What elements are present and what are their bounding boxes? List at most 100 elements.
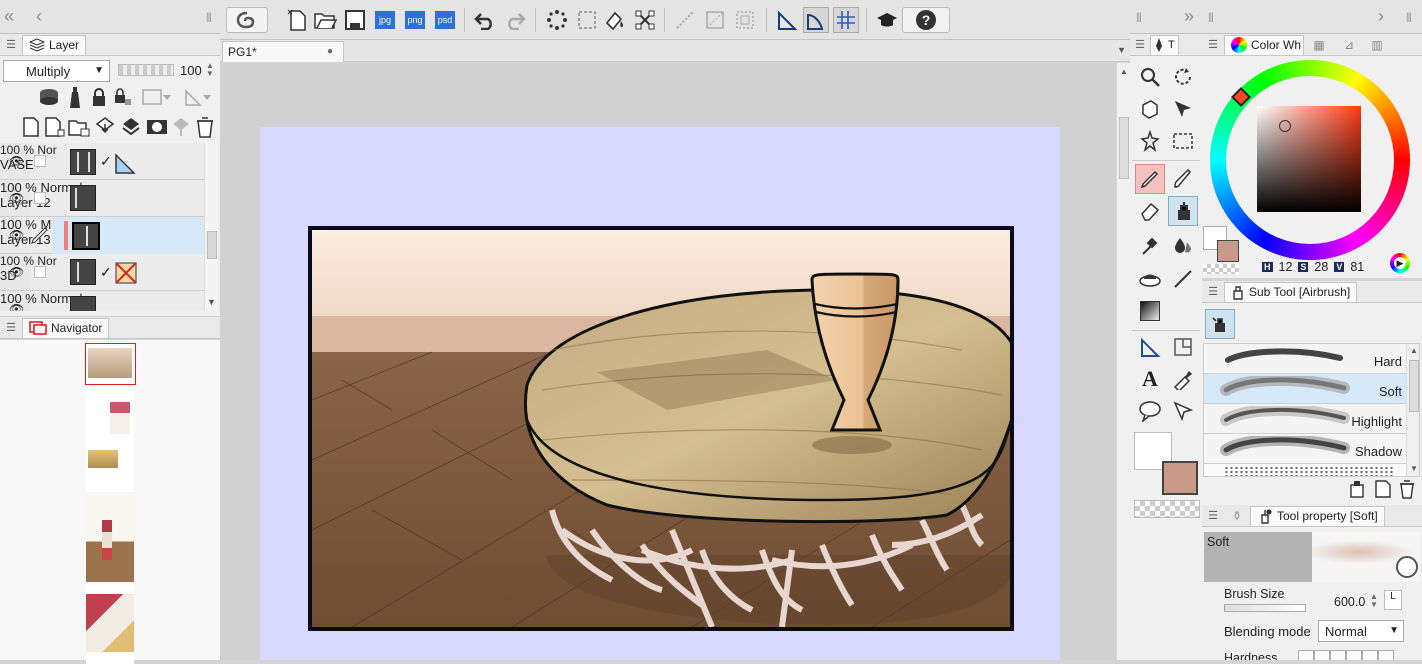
new-raster-layer-icon[interactable]: [18, 114, 44, 140]
panel-menu-icon[interactable]: ☰: [1202, 509, 1224, 522]
size-pressure-button[interactable]: L: [1384, 590, 1402, 610]
perspective-ruler-icon[interactable]: [803, 7, 829, 33]
scroll-up-icon[interactable]: ▲: [1120, 67, 1128, 76]
save-icon[interactable]: [342, 7, 368, 33]
blending-mode-select[interactable]: Normal ▼: [1318, 620, 1404, 642]
color-wheel-transparent-swatch[interactable]: [1203, 264, 1239, 274]
cursor-tool-icon[interactable]: [1168, 396, 1198, 426]
eye-icon[interactable]: 👁: [9, 228, 24, 242]
grid-toggle-icon[interactable]: [833, 7, 859, 33]
collapse-double-chevron-icon[interactable]: «: [4, 6, 14, 27]
fill-icon[interactable]: [602, 7, 628, 33]
main-color-swatch[interactable]: [1162, 461, 1198, 495]
canvas-vertical-scrollbar[interactable]: ▲: [1116, 63, 1130, 660]
pen-tool-icon[interactable]: [1135, 164, 1165, 194]
expand-double-chevron-icon[interactable]: »: [1184, 6, 1194, 27]
clip-to-below-icon[interactable]: [36, 84, 62, 110]
trash-icon[interactable]: [192, 114, 218, 140]
mask-enable-icon[interactable]: [138, 84, 178, 110]
apply-mask-icon[interactable]: [168, 114, 194, 140]
panel-menu-icon[interactable]: ☰: [1202, 38, 1224, 51]
clip-studio-icon[interactable]: [226, 7, 268, 33]
correct-line-tool-icon[interactable]: [1168, 364, 1198, 394]
select-all-icon[interactable]: [574, 7, 600, 33]
scroll-down-icon[interactable]: ▼: [1410, 464, 1418, 473]
export-png-icon[interactable]: png: [402, 7, 428, 33]
new-vector-layer-icon[interactable]: [42, 114, 68, 140]
tab-navigator[interactable]: Navigator: [22, 317, 110, 338]
layer-row[interactable]: 👁 100 % Normal: [0, 291, 204, 311]
color-set-tab-icon[interactable]: ▦: [1304, 38, 1334, 52]
tab-tool-property[interactable]: Tool property [Soft]: [1250, 505, 1385, 526]
saturation-value-square[interactable]: [1257, 106, 1361, 212]
tab-document[interactable]: PG1* ●: [222, 41, 344, 62]
tab-color-wheel[interactable]: Color Wh: [1224, 34, 1304, 55]
selection-tool-icon[interactable]: [1168, 126, 1198, 156]
special-ruler-icon[interactable]: [702, 7, 728, 33]
eraser-tool-icon[interactable]: [1135, 196, 1165, 226]
hardness-selector[interactable]: [1298, 650, 1394, 660]
grid-snap-icon[interactable]: [732, 7, 758, 33]
color-mode-toggle-icon[interactable]: ▶: [1390, 253, 1410, 273]
help-button[interactable]: ?: [902, 7, 950, 33]
grip-icon[interactable]: |||: [206, 12, 212, 23]
layer-mask-icon[interactable]: [144, 114, 170, 140]
clear-icon[interactable]: [544, 7, 570, 33]
scroll-down-icon[interactable]: ▼: [207, 297, 216, 307]
scrollbar-thumb[interactable]: [1409, 360, 1419, 412]
brush-item-hard[interactable]: Hard: [1204, 344, 1406, 374]
sv-cursor[interactable]: [1279, 120, 1291, 132]
lock-icon[interactable]: [86, 84, 112, 110]
layer-edit-checkbox[interactable]: [34, 266, 46, 278]
grip-icon[interactable]: |||: [1136, 12, 1142, 23]
color-wheel-main-swatch[interactable]: [1217, 240, 1239, 262]
expand-chevron-icon[interactable]: ›: [1378, 6, 1384, 27]
ruler-snap-icon[interactable]: [672, 7, 698, 33]
auto-select-tool-icon[interactable]: [1135, 126, 1165, 156]
transparent-color-swatch[interactable]: [1134, 500, 1200, 518]
copy-subtool-icon[interactable]: [1344, 476, 1370, 502]
approx-color-tab-icon[interactable]: ▥: [1364, 38, 1390, 52]
scroll-up-icon[interactable]: ▲: [1410, 346, 1418, 355]
export-psd-icon[interactable]: psd: [432, 7, 458, 33]
blend-tool-icon[interactable]: [1168, 230, 1198, 260]
merge-down-icon[interactable]: [118, 114, 144, 140]
object-tool-icon[interactable]: [1135, 94, 1165, 124]
panel-menu-icon[interactable]: ☰: [0, 321, 22, 334]
eyedropper-tool-icon[interactable]: [1135, 230, 1165, 260]
brush-size-stepper-icon[interactable]: ▲ ▼: [1370, 593, 1378, 609]
figure-tool-icon[interactable]: [1135, 264, 1165, 294]
blend-mode-select[interactable]: Multiply ▼: [3, 60, 110, 82]
ruler-tool-icon[interactable]: [1135, 332, 1165, 362]
ruler-toggle-icon[interactable]: [774, 7, 800, 33]
new-folder-icon[interactable]: [66, 114, 92, 140]
zoom-tool-icon[interactable]: [1135, 62, 1165, 92]
search-icon[interactable]: [1396, 556, 1418, 578]
brush-item-highlight[interactable]: Highlight: [1204, 404, 1406, 434]
panel-menu-icon[interactable]: ☰: [0, 38, 22, 51]
brush-shape-tab-icon[interactable]: ⚱: [1224, 509, 1250, 523]
reference-layer-icon[interactable]: [62, 84, 88, 110]
collapse-chevron-icon[interactable]: ‹: [36, 6, 42, 27]
rotate-tool-icon[interactable]: [1168, 62, 1198, 92]
eye-icon[interactable]: 👁: [9, 302, 24, 311]
eye-icon[interactable]: 👁: [9, 191, 24, 205]
brush-item-soft[interactable]: Soft: [1204, 374, 1406, 404]
tab-subtool[interactable]: Sub Tool [Airbrush]: [1224, 281, 1358, 302]
tab-tool[interactable]: T: [1150, 34, 1179, 55]
brush-tool-icon[interactable]: [1168, 164, 1198, 194]
intermediate-color-tab-icon[interactable]: ⊿: [1334, 38, 1364, 52]
text-tool-icon[interactable]: A: [1135, 364, 1165, 394]
tab-layer[interactable]: Layer: [22, 34, 87, 55]
eye-icon[interactable]: 👁: [9, 154, 24, 168]
opacity-stepper-icon[interactable]: ▲ ▼: [206, 62, 214, 78]
layer-row[interactable]: 👁 100 % Normal Layer 12: [0, 180, 204, 217]
tab-list-chevron-icon[interactable]: ▼: [1117, 45, 1126, 55]
airbrush-tool-icon[interactable]: [1168, 196, 1198, 226]
navigator-viewport-frame[interactable]: [85, 343, 136, 385]
new-file-icon[interactable]: [284, 7, 310, 33]
redo-icon[interactable]: [502, 7, 528, 33]
delete-subtool-icon[interactable]: [1394, 476, 1420, 502]
canvas-viewport[interactable]: [220, 63, 1116, 660]
brush-item-shadow[interactable]: Shadow: [1204, 434, 1406, 464]
